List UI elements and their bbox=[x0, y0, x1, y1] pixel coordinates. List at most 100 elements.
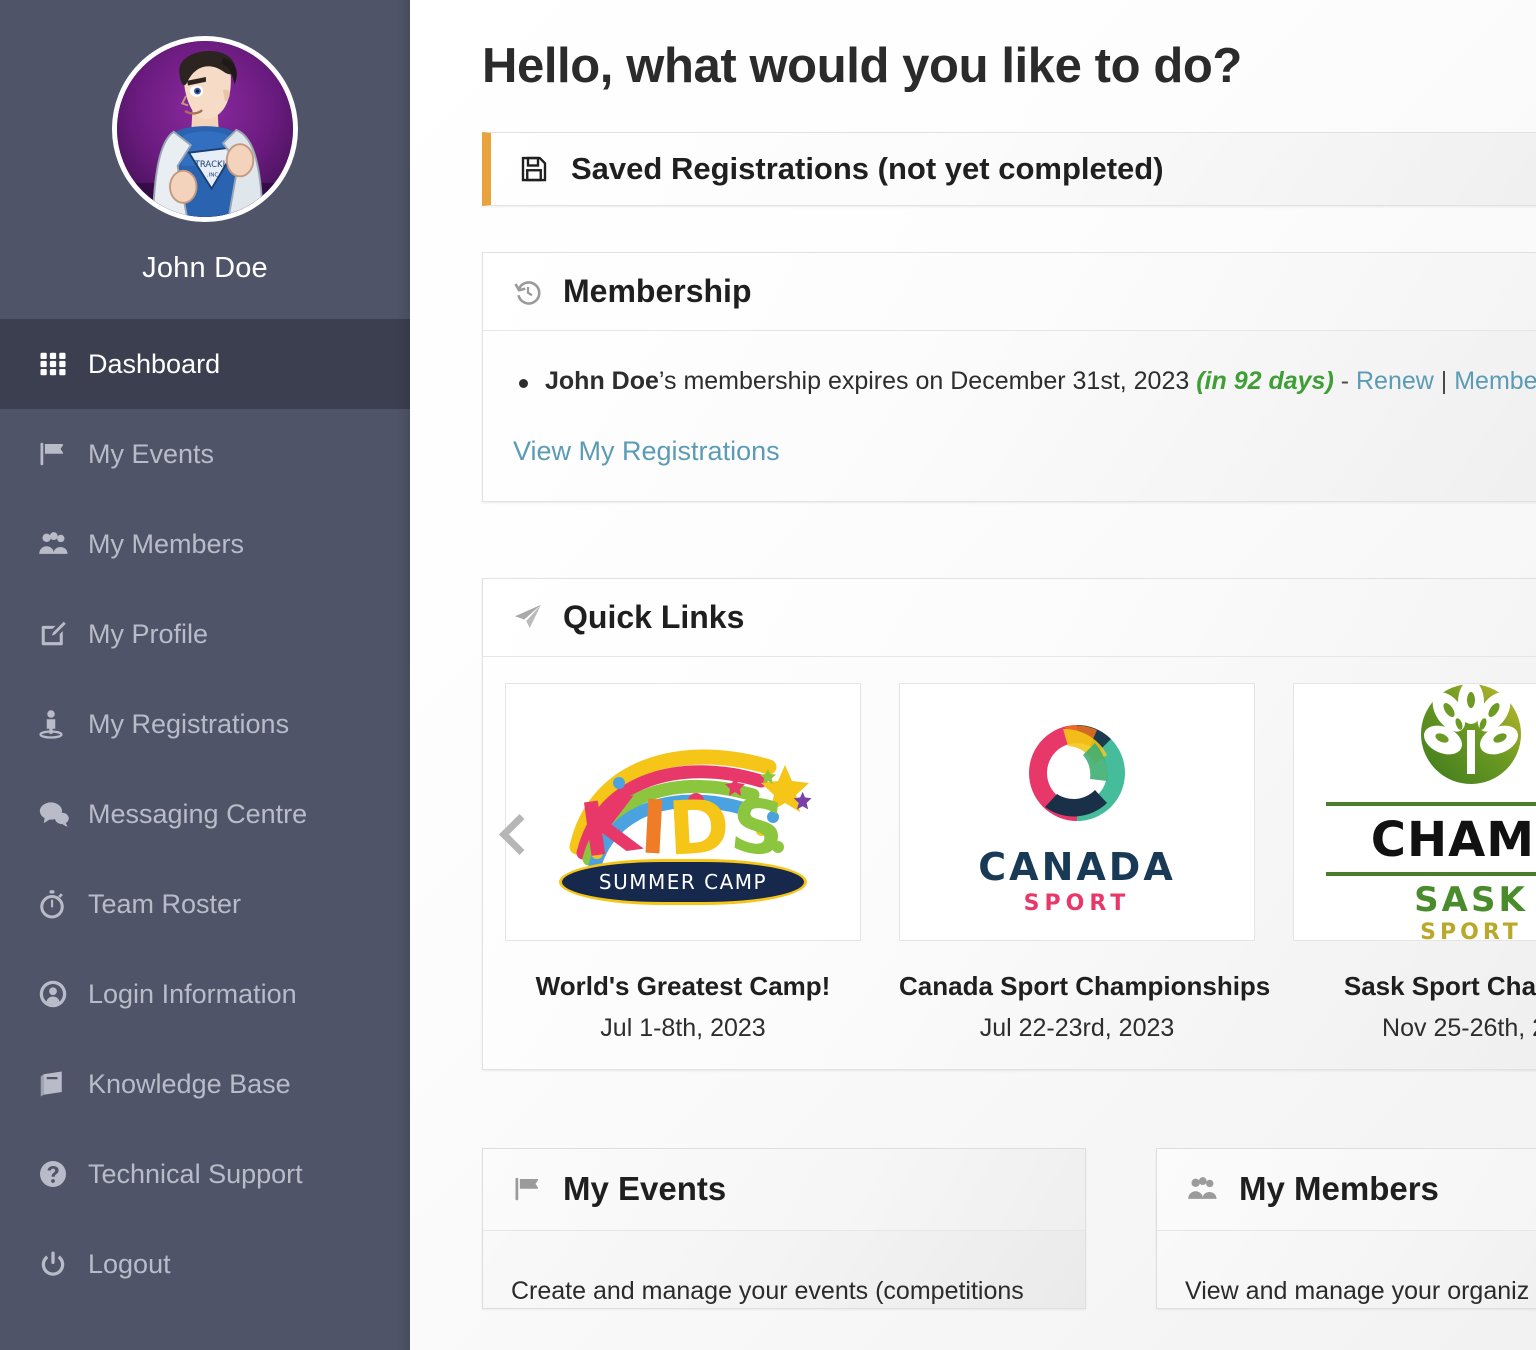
quick-link-item[interactable]: CANADA SPORT Canada Sport Championships … bbox=[899, 682, 1271, 1043]
floppy-save-icon bbox=[519, 154, 549, 184]
app-root: TRACKIE .INC John Doe Dashboard My Event… bbox=[0, 0, 1536, 1350]
canada-sport-logo: CANADA SPORT bbox=[952, 707, 1202, 916]
sask-logo-subtext2: SPORT bbox=[1420, 920, 1522, 941]
quick-links-header: Quick Links bbox=[483, 578, 1536, 657]
avatar[interactable]: TRACKIE .INC bbox=[112, 36, 298, 222]
canada-logo-text: CANADA bbox=[978, 845, 1176, 889]
users-icon bbox=[38, 529, 82, 559]
stopwatch-icon bbox=[38, 889, 82, 919]
membership-card: Membership John Doe’s membership expires… bbox=[482, 252, 1536, 502]
my-events-card-title: My Events bbox=[563, 1170, 727, 1207]
flag-icon bbox=[38, 439, 82, 469]
sidebar-item-login-information[interactable]: Login Information bbox=[0, 949, 410, 1039]
sidebar-item-my-profile[interactable]: My Profile bbox=[0, 589, 410, 679]
membership-list: John Doe’s membership expires on Decembe… bbox=[513, 365, 1536, 398]
quick-links-card: Quick Links KIDS SUMMER CAMP World's Gre… bbox=[482, 577, 1536, 1070]
membership-card-header: Membership bbox=[483, 253, 1536, 331]
sidebar-item-technical-support[interactable]: Technical Support bbox=[0, 1129, 410, 1219]
membership-entry: John Doe’s membership expires on Decembe… bbox=[513, 365, 1536, 398]
my-events-card-header: My Events bbox=[483, 1148, 1085, 1231]
membership-days-remaining: (in 92 days) bbox=[1196, 367, 1334, 395]
sidebar-nav: Dashboard My Events My Members My Profil… bbox=[0, 315, 410, 1309]
sidebar: TRACKIE .INC John Doe Dashboard My Event… bbox=[0, 0, 410, 1350]
membership-member-name: John Doe bbox=[545, 367, 659, 395]
view-my-registrations-link[interactable]: View My Registrations bbox=[513, 436, 780, 467]
sidebar-item-label: Messaging Centre bbox=[88, 798, 308, 829]
quick-link-date: Jul 22-23rd, 2023 bbox=[979, 1013, 1175, 1042]
sidebar-item-knowledge-base[interactable]: Knowledge Base bbox=[0, 1039, 410, 1129]
saved-registrations-title: Saved Registrations (not yet completed) bbox=[571, 151, 1164, 186]
quick-link-date: Jul 1-8th, 2023 bbox=[600, 1013, 766, 1042]
question-icon bbox=[38, 1159, 82, 1189]
book-icon bbox=[38, 1069, 82, 1099]
sidebar-item-label: My Members bbox=[88, 528, 245, 559]
kids-logo-subtext: SUMMER CAMP bbox=[559, 858, 807, 905]
sidebar-item-my-members[interactable]: My Members bbox=[0, 499, 410, 589]
sidebar-item-dashboard[interactable]: Dashboard bbox=[0, 319, 410, 409]
page-title: Hello, what would you like to do? bbox=[482, 39, 1242, 93]
sidebar-profile: TRACKIE .INC John Doe bbox=[0, 0, 410, 315]
member-link[interactable]: Member bbox=[1454, 367, 1536, 395]
sidebar-item-label: Logout bbox=[88, 1248, 171, 1279]
my-members-card[interactable]: My Members View and manage your organiz bbox=[1156, 1147, 1536, 1310]
saved-registrations-card[interactable]: Saved Registrations (not yet completed) bbox=[482, 132, 1536, 206]
my-events-card[interactable]: My Events Create and manage your events … bbox=[482, 1147, 1086, 1310]
sidebar-item-label: My Events bbox=[88, 438, 215, 469]
kids-logo-text: KIDS bbox=[575, 780, 790, 875]
users-icon bbox=[1187, 1174, 1219, 1204]
membership-dash: - bbox=[1333, 367, 1356, 395]
membership-card-body: John Doe’s membership expires on Decembe… bbox=[483, 331, 1536, 501]
quick-link-name: Sask Sport Champio bbox=[1343, 970, 1536, 1001]
user-circle-icon bbox=[38, 979, 82, 1009]
power-icon bbox=[38, 1249, 82, 1279]
grid-icon bbox=[38, 349, 82, 379]
quick-link-thumbnail: CANADA SPORT bbox=[899, 682, 1255, 941]
sidebar-item-team-roster[interactable]: Team Roster bbox=[0, 859, 410, 949]
sidebar-item-label: Knowledge Base bbox=[88, 1068, 291, 1099]
membership-separator: | bbox=[1433, 367, 1455, 395]
renew-link[interactable]: Renew bbox=[1356, 367, 1434, 395]
paper-plane-icon bbox=[513, 602, 543, 632]
sidebar-item-label: Team Roster bbox=[88, 888, 242, 919]
champ-logo-text: CHAMP bbox=[1370, 812, 1536, 868]
bottom-cards-row: My Events Create and manage your events … bbox=[482, 1147, 1536, 1310]
main-content: Hello, what would you like to do? Saved … bbox=[410, 0, 1536, 1350]
quick-links-title: Quick Links bbox=[563, 598, 745, 635]
edit-square-icon bbox=[38, 619, 82, 649]
my-events-card-description: Create and manage your events (competiti… bbox=[511, 1276, 1024, 1305]
avatar-image: TRACKIE .INC bbox=[117, 41, 293, 217]
kids-summer-camp-logo: KIDS SUMMER CAMP bbox=[533, 707, 833, 917]
sask-sport-tree-logo: CHAMP SASK SPORT bbox=[1306, 683, 1536, 941]
my-members-card-header: My Members bbox=[1157, 1148, 1536, 1231]
sidebar-item-label: Login Information bbox=[88, 978, 297, 1009]
sidebar-item-logout[interactable]: Logout bbox=[0, 1219, 410, 1309]
quick-link-name: Canada Sport Championships bbox=[899, 970, 1271, 1001]
sidebar-item-label: My Profile bbox=[88, 618, 209, 649]
canada-logo-subtext: SPORT bbox=[1023, 891, 1131, 916]
my-members-card-description: View and manage your organiz bbox=[1185, 1276, 1530, 1305]
membership-card-title: Membership bbox=[563, 273, 752, 309]
sidebar-item-messaging-centre[interactable]: Messaging Centre bbox=[0, 769, 410, 859]
quick-links-body: KIDS SUMMER CAMP World's Greatest Camp! … bbox=[483, 657, 1536, 1069]
sidebar-item-my-events[interactable]: My Events bbox=[0, 409, 410, 499]
quick-link-thumbnail: CHAMP SASK SPORT bbox=[1293, 682, 1536, 941]
quick-links-carousel: KIDS SUMMER CAMP World's Greatest Camp! … bbox=[505, 682, 1536, 1043]
flag-icon bbox=[513, 1174, 543, 1204]
sidebar-item-label: Dashboard bbox=[88, 348, 221, 379]
quick-link-item[interactable]: CHAMP SASK SPORT Sask Sport Champio Nov … bbox=[1293, 682, 1536, 1043]
quick-link-thumbnail: KIDS SUMMER CAMP bbox=[505, 682, 861, 941]
quick-link-date: Nov 25-26th, 20 bbox=[1382, 1013, 1536, 1042]
quick-link-name: World's Greatest Camp! bbox=[535, 970, 831, 1001]
membership-expiry-text: ’s membership expires on December 31st, … bbox=[658, 367, 1197, 395]
podium-icon bbox=[38, 709, 82, 739]
svg-text:TRACKIE: TRACKIE bbox=[194, 160, 231, 170]
quick-link-item[interactable]: KIDS SUMMER CAMP World's Greatest Camp! … bbox=[505, 682, 861, 1043]
chat-icon bbox=[38, 799, 82, 829]
sidebar-item-label: My Registrations bbox=[88, 708, 290, 739]
history-icon bbox=[513, 277, 543, 307]
svg-text:.INC: .INC bbox=[207, 172, 219, 178]
my-members-card-title: My Members bbox=[1239, 1170, 1439, 1207]
sidebar-item-my-registrations[interactable]: My Registrations bbox=[0, 679, 410, 769]
sidebar-item-label: Technical Support bbox=[88, 1158, 303, 1189]
chevron-left-icon[interactable] bbox=[497, 815, 531, 849]
